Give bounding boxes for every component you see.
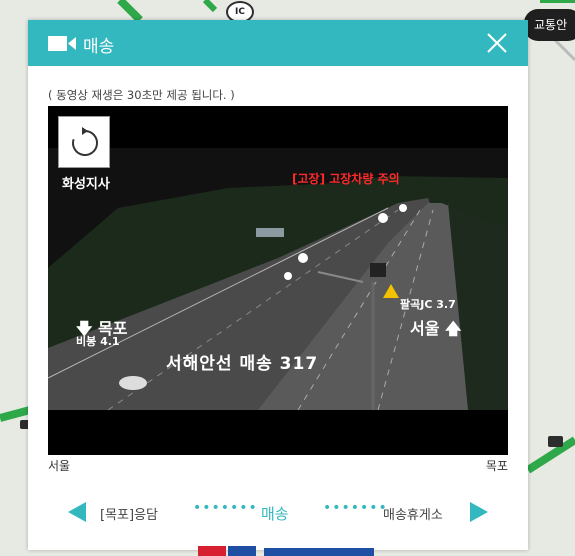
branch-label: 화성지사 bbox=[62, 177, 110, 192]
direction-end: 목포 bbox=[485, 459, 508, 473]
popup-header: 매송 bbox=[28, 20, 528, 66]
camera-nav: [목포]응담 ••••••• 매송 ••••••• 매송휴게소 bbox=[68, 500, 488, 524]
junction-sign: 팔곡JC 3.7 bbox=[400, 298, 456, 311]
prev-camera-link[interactable]: [목포]응담 bbox=[100, 504, 158, 523]
next-arrow-icon[interactable] bbox=[470, 502, 488, 522]
refresh-icon bbox=[72, 127, 98, 156]
cctv-video[interactable]: 화성지사 [고장] 고장차량 주의 🡇 목포 비봉 4.1 팔곡JC 3.7 서… bbox=[48, 106, 508, 455]
cctv-marker-icon[interactable] bbox=[548, 436, 563, 447]
video-caption: 서해안선 매송 317 bbox=[166, 354, 319, 374]
direction-right-sign: 서울 🡅 bbox=[410, 319, 462, 338]
next-camera-link[interactable]: 매송휴게소 bbox=[383, 504, 443, 523]
direction-start: 서울 bbox=[48, 459, 71, 473]
playback-notice: ( 동영상 재생은 30초만 제공 됩니다. ) bbox=[48, 88, 235, 102]
close-icon[interactable] bbox=[486, 32, 508, 54]
incident-alert: [고장] 고장차량 주의 bbox=[292, 172, 400, 186]
nav-dots: ••••••• bbox=[193, 500, 258, 516]
sub-sign-left: 비봉 4.1 bbox=[76, 335, 120, 348]
popup-title: 매송 bbox=[83, 37, 115, 57]
nav-dots: ••••••• bbox=[323, 500, 388, 516]
video-camera-icon bbox=[48, 36, 76, 51]
prev-arrow-icon[interactable] bbox=[68, 502, 86, 522]
cctv-popup: 매송 ( 동영상 재생은 30초만 제공 됩니다. ) 화성지사 [고장] 고장… bbox=[28, 20, 528, 556]
traffic-info-button[interactable]: 교통안 bbox=[524, 9, 575, 41]
current-camera-label: 매송 bbox=[261, 505, 289, 523]
refresh-button[interactable] bbox=[58, 116, 110, 168]
